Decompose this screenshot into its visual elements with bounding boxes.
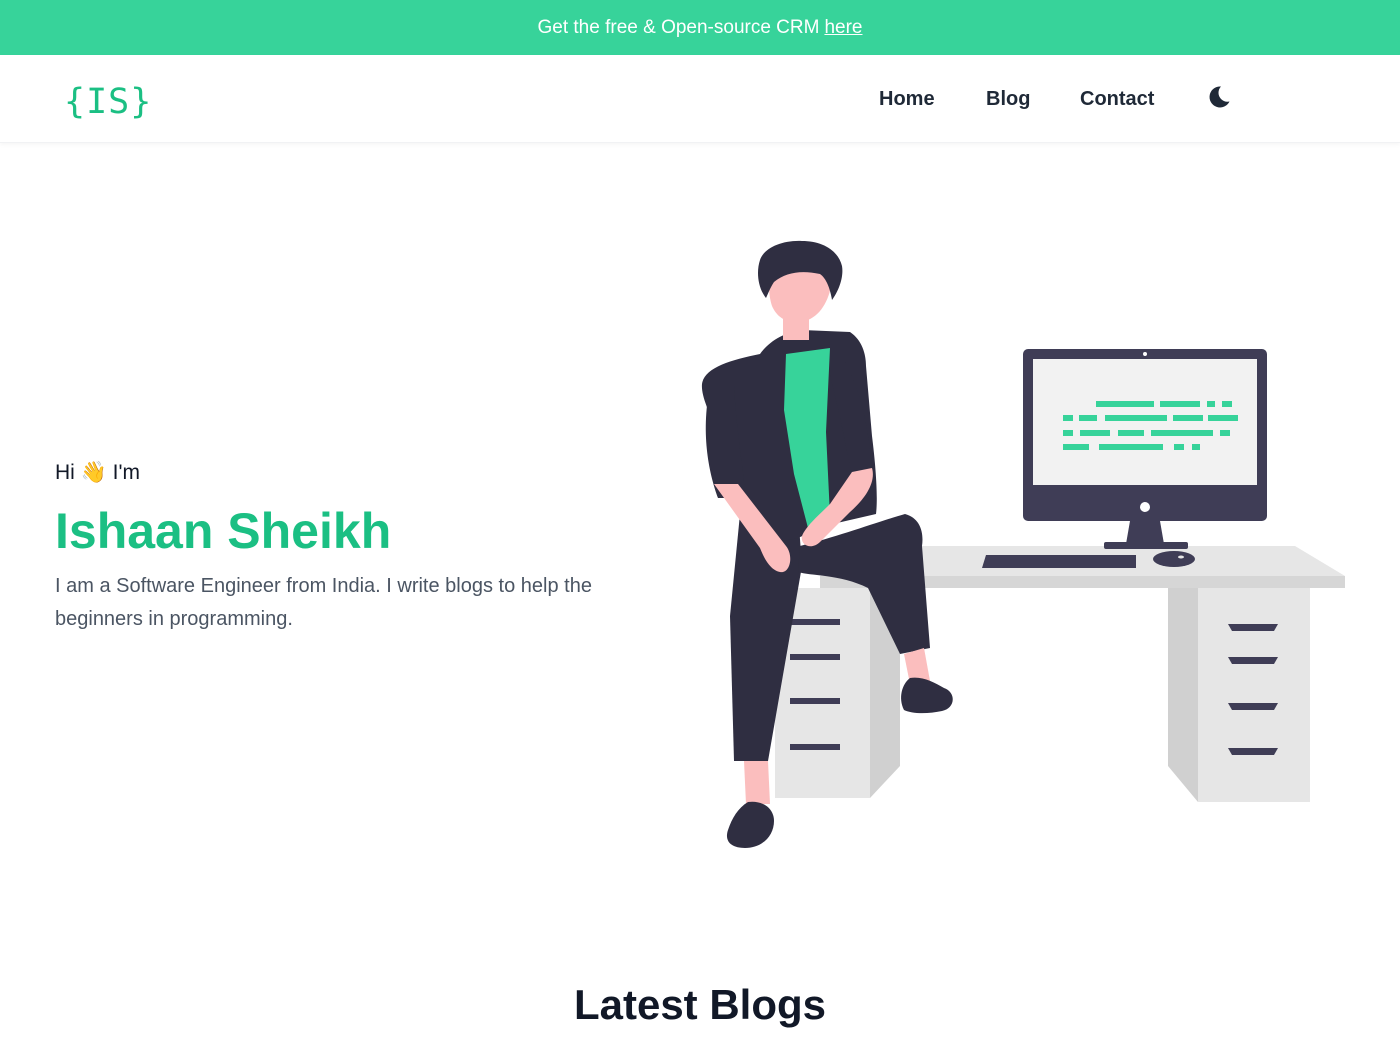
latest-blogs-heading: Latest Blogs (573, 981, 827, 1028)
site-logo[interactable]: {IS} (64, 85, 152, 120)
banner-text: Get the free & Open-source CRM (537, 16, 820, 38)
hero-intro: Hi 👋 I'm Ishaan Sheikh I am a Software E… (55, 460, 655, 636)
announcement-banner: Get the free & Open-source CRM here (0, 0, 1400, 55)
nav-blog-link[interactable]: Blog (986, 87, 1030, 111)
nav-home-link[interactable]: Home (879, 87, 935, 111)
developer-at-desk-illustration (690, 236, 1350, 856)
hero-greeting: Hi 👋 I'm (55, 461, 140, 484)
navbar: {IS} Home Blog Contact (0, 55, 1400, 143)
theme-toggle-button[interactable] (1206, 84, 1232, 110)
hero-name: Ishaan Sheikh (55, 503, 392, 559)
hero-bio: I am a Software Engineer from India. I w… (55, 575, 592, 630)
moon-icon (1209, 86, 1230, 108)
nav-contact-link[interactable]: Contact (1080, 87, 1154, 111)
banner-link[interactable]: here (824, 17, 862, 39)
